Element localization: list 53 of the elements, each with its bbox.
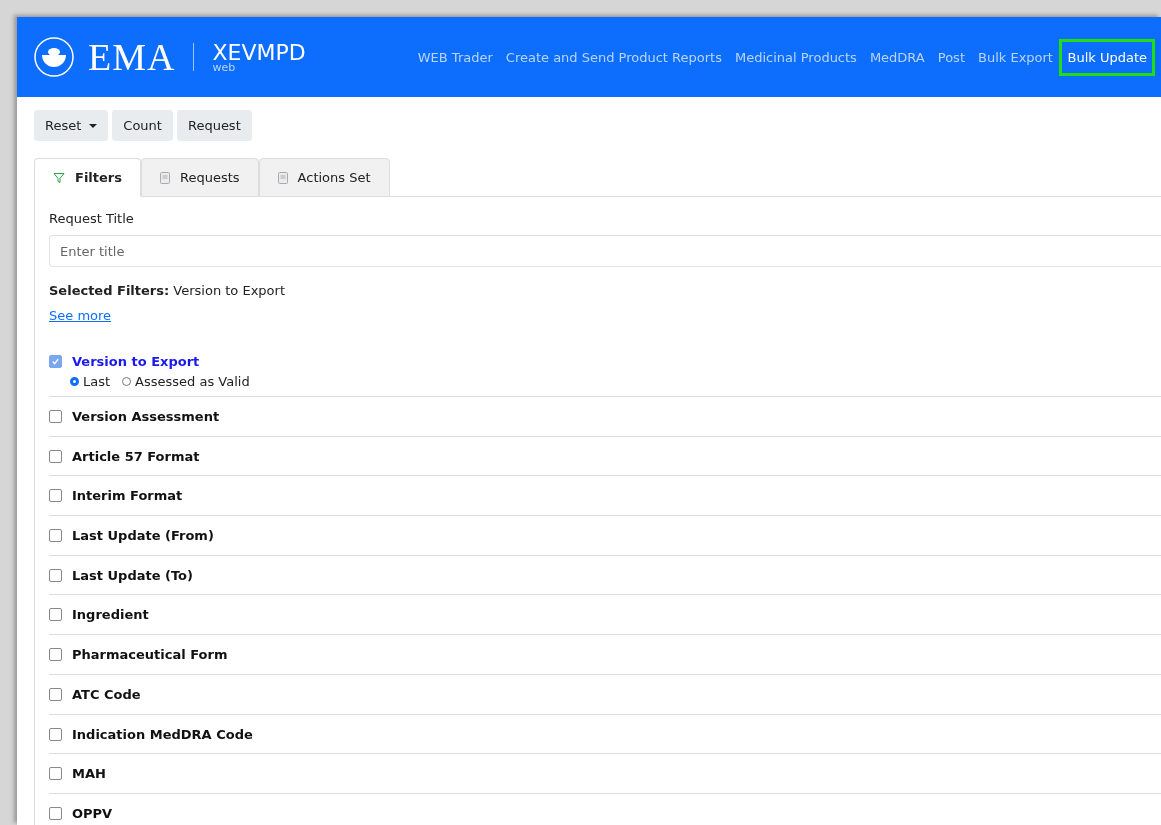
filter-label: OPPV bbox=[72, 805, 113, 821]
checkbox[interactable] bbox=[49, 687, 62, 701]
checkbox[interactable] bbox=[49, 806, 62, 820]
nav-link[interactable]: Bulk Export bbox=[971, 39, 1060, 75]
filter-label: ATC Code bbox=[72, 686, 141, 702]
document-icon bbox=[277, 171, 288, 184]
radio-label: Last bbox=[83, 374, 111, 389]
tab[interactable]: Filters bbox=[34, 158, 141, 197]
app-name: XEVMPD bbox=[212, 41, 306, 64]
checkbox[interactable] bbox=[49, 449, 62, 463]
nav-link[interactable]: Post bbox=[931, 39, 972, 75]
filter-label: Last Update (To) bbox=[72, 567, 193, 583]
checkbox[interactable] bbox=[49, 608, 62, 622]
filter-label: Pharmaceutical Form bbox=[72, 647, 228, 663]
eye-logo-icon bbox=[34, 37, 74, 77]
nav-link[interactable]: MedDRA bbox=[863, 39, 932, 75]
checkbox[interactable] bbox=[49, 529, 62, 543]
nav-link[interactable]: Create and Send Product Reports bbox=[499, 39, 729, 75]
tab[interactable]: Requests bbox=[141, 158, 259, 197]
document-icon bbox=[160, 171, 170, 184]
filter-label: MAH bbox=[72, 766, 106, 782]
checkbox[interactable] bbox=[49, 767, 62, 781]
nav-link[interactable]: Bulk Update bbox=[1059, 38, 1155, 76]
field-label: Request Title bbox=[49, 211, 135, 226]
filter-label: Ingredient bbox=[72, 607, 149, 623]
checkbox[interactable] bbox=[49, 355, 62, 368]
filter-label: Last Update (From) bbox=[72, 528, 214, 544]
toolbar-button[interactable]: Reset bbox=[34, 110, 109, 141]
nav-link[interactable]: WEB Trader bbox=[411, 39, 500, 75]
toolbar-button[interactable]: Count bbox=[112, 110, 173, 141]
see-more-link[interactable]: See more bbox=[49, 308, 112, 323]
checkbox[interactable] bbox=[49, 648, 62, 662]
funnel-icon bbox=[53, 171, 65, 184]
filter-label: Version to Export bbox=[72, 354, 200, 369]
caret-icon bbox=[89, 123, 98, 128]
filter-label: Interim Format bbox=[72, 488, 183, 504]
tab[interactable]: Actions Set bbox=[258, 158, 390, 197]
app-subtitle: web bbox=[212, 61, 237, 73]
nav-link[interactable]: Medicinal Products bbox=[728, 39, 864, 75]
radio-button[interactable] bbox=[70, 377, 79, 386]
toolbar-button[interactable]: Request bbox=[176, 110, 252, 141]
checkbox[interactable] bbox=[49, 410, 62, 423]
logo-text: EMA bbox=[88, 35, 176, 79]
checkbox[interactable] bbox=[49, 568, 62, 582]
checkmark-icon bbox=[51, 357, 60, 366]
filter-label: Version Assessment bbox=[72, 409, 220, 424]
selected-filters-text: Selected Filters: Version to Export bbox=[49, 283, 286, 298]
title-input-field[interactable]: Enter title bbox=[49, 235, 1161, 267]
checkbox[interactable] bbox=[49, 489, 62, 503]
filter-label: Article 57 Format bbox=[72, 448, 200, 464]
filter-label: Indication MedDRA Code bbox=[72, 726, 253, 742]
checkbox[interactable] bbox=[49, 727, 62, 741]
radio-label: Assessed as Valid bbox=[135, 374, 250, 389]
